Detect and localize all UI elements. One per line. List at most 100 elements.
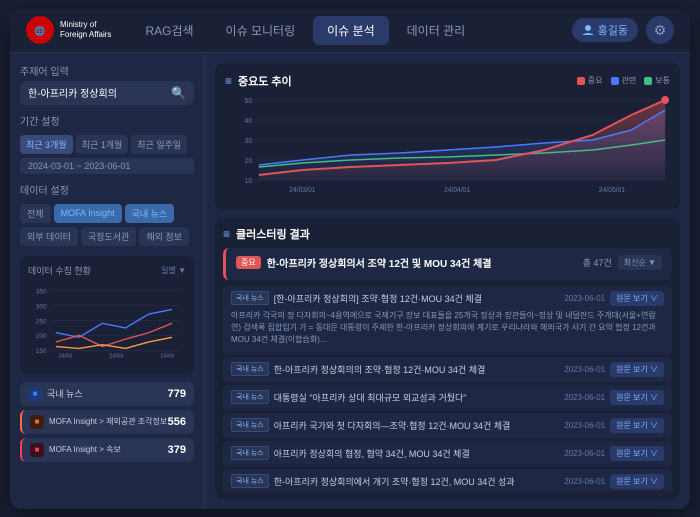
left-panel: 주제어 입력 🔍 기간 설정 최근 3개월 최근 1개월 최근 일주일 2024… [10,53,205,509]
news-title: 한-아프리카 정상회의에서 개기 조약·협정 12건, MOU 34건 성과 [274,475,559,488]
data-label: 데이터 설정 [20,182,194,197]
nav-bar: RAG검색 이슈 모니터링 이슈 분석 데이터 관리 [131,16,571,45]
svg-text:40: 40 [245,117,253,124]
list-item: 국내 뉴스 한-아프리카 정상회의에서 개기 조약·협정 12건, MOU 34… [223,469,672,491]
mofa-org-icon: ■ [30,415,44,429]
mini-chart-sub[interactable]: 일별 ▼ [161,265,186,276]
mini-chart-title: 데이터 수집 현황 [28,264,91,277]
data-overseas[interactable]: 해외 정보 [139,227,189,246]
svg-text:30: 30 [245,137,253,144]
top-result: 중요 한-아프리카 정상회의서 조약 12건 및 MOU 34건 체결 총 47… [223,248,672,280]
nav-analysis[interactable]: 이슈 분석 [313,16,389,45]
period-3month[interactable]: 최근 3개월 [20,135,73,154]
svg-text:50: 50 [245,97,253,104]
news-list: 국내 뉴스 [한-아프리카 정상회의] 조약·협정 12건·MOU 34건 체결… [223,286,672,491]
stat-mofa-news-label: MOFA Insight > 속보 [49,444,121,455]
stat-news-count: 779 [168,388,186,400]
nav-monitor[interactable]: 이슈 모니터링 [212,16,310,45]
nav-rag[interactable]: RAG검색 [131,16,207,45]
period-section: 기간 설정 최근 3개월 최근 1개월 최근 일주일 2024-03-01 ~ … [20,113,194,174]
search-input[interactable] [28,87,167,98]
svg-text:10: 10 [245,177,253,184]
mini-chart-area: 데이터 수집 현황 일별 ▼ 350 300 250 200 150 [20,256,194,374]
svg-text:150: 150 [36,348,47,355]
view-button[interactable]: 원문 보기 ∨ [610,418,664,433]
news-date: 2023-06-01 [564,449,605,458]
sort-button[interactable]: 최신순 ▼ [618,255,662,270]
period-label: 기간 설정 [20,113,194,128]
svg-text:🌐: 🌐 [34,25,45,36]
stat-mofa-org-label: MOFA Insight > 재외공관 조각정보 [49,416,167,427]
search-box: 🔍 [20,81,194,105]
nav-data[interactable]: 데이터 관리 [393,16,480,45]
legend-important: 중요 [577,75,603,86]
list-item: 국내 뉴스 아프리카 정상회의 협정, 협약 34건, MOU 34건 체결 2… [223,441,672,466]
news-title: 대통령실 "아프리카 상대 최대규모 외교성과 거뒀다" [274,391,559,404]
total-count: 총 47건 [583,256,612,269]
svg-text:24/06: 24/06 [160,353,174,359]
data-external[interactable]: 외부 데이터 [20,227,78,246]
main-chart-svg: 50 40 30 20 10 24/03/01 24/04/01 24/05/0… [225,95,670,195]
view-button[interactable]: 원문 보기 ∨ [610,291,664,306]
results-panel: ≡ 클러스터링 결과 중요 한-아프리카 정상회의서 조약 12건 및 MOU … [215,218,680,499]
legend-related-dot [611,77,619,85]
legend-normal: 보통 [644,75,670,86]
svg-text:24/04: 24/04 [109,353,123,359]
data-section: 데이터 설정 전체 MOFA Insight 국내 뉴스 외부 데이터 국정도서… [20,182,194,246]
stat-mofa-org: ■ MOFA Insight > 재외공관 조각정보 556 [20,410,194,434]
svg-text:24/03: 24/03 [58,353,72,359]
news-tag: 국내 뉴스 [231,446,269,460]
news-tag: 국내 뉴스 [231,418,269,432]
news-title: [한-아프리카 정상회의] 조약·협정 12건·MOU 34건 체결 [274,292,559,305]
list-item: 국내 뉴스 대통령실 "아프리카 상대 최대규모 외교성과 거뒀다" 2023-… [223,385,672,410]
period-1day[interactable]: 최근 일주일 [131,135,187,154]
news-title: 한-아프리카 정상회의의 조약·협정 12건·MOU 34건 체결 [274,363,559,376]
date-range: 2024-03-01 ~ 2023-06-01 [20,158,194,174]
svg-text:250: 250 [36,318,47,325]
search-label: 주제어 입력 [20,63,194,78]
news-date: 2023-06-01 [564,365,605,374]
important-badge: 중요 [236,256,261,269]
chart-title: 중요도 추이 [238,73,292,89]
news-item-header: 국내 뉴스 한-아프리카 정상회의에서 개기 조약·협정 12건, MOU 34… [231,474,664,489]
list-item: 국내 뉴스 한-아프리카 정상회의의 조약·협정 12건·MOU 34건 체결 … [223,357,672,382]
news-tag: 국내 뉴스 [231,362,269,376]
logo-text: Ministry of Foreign Affairs [60,20,111,41]
app-container: 🌐 Ministry of Foreign Affairs RAG검색 이슈 모… [10,9,690,509]
stat-news-label: 국내 뉴스 [47,387,83,400]
user-name: 홍길동 [598,22,628,38]
view-button[interactable]: 원문 보기 ∨ [610,390,664,405]
period-1month[interactable]: 최근 1개월 [76,135,129,154]
data-all[interactable]: 전체 [20,204,51,223]
svg-text:20: 20 [245,157,253,164]
search-icon[interactable]: 🔍 [171,86,186,100]
header-right: 홍길동 ⚙ [572,16,674,44]
mofa-news-icon: ■ [30,443,44,457]
view-button[interactable]: 원문 보기 ∨ [610,362,664,377]
chart-header: ≡ 중요도 추이 중요 관련 [225,73,670,89]
settings-button[interactable]: ⚙ [646,16,674,44]
data-news[interactable]: 국내 뉴스 [125,204,175,223]
news-item-header: 국내 뉴스 한-아프리카 정상회의의 조약·협정 12건·MOU 34건 체결 … [231,362,664,377]
search-section: 주제어 입력 🔍 [20,63,194,105]
legend-normal-dot [644,77,652,85]
legend-important-dot [577,77,585,85]
view-button[interactable]: 원문 보기 ∨ [610,474,664,489]
data-sub-buttons: 외부 데이터 국정도서관 해외 정보 [20,227,194,246]
top-chart: ≡ 중요도 추이 중요 관련 [215,63,680,210]
svg-text:200: 200 [36,333,47,340]
news-title: 아프리카 정상회의 협정, 협약 34건, MOU 34건 체결 [274,447,559,460]
data-mofa[interactable]: MOFA Insight [54,204,122,223]
data-library[interactable]: 국정도서관 [81,227,136,246]
news-item-header: 국내 뉴스 아프리카 국가와 첫 다자회의—조약·협정 12건·MOU 34건 … [231,418,664,433]
list-item: 국내 뉴스 [한-아프리카 정상회의] 조약·협정 12건·MOU 34건 체결… [223,286,672,354]
svg-text:24/05/01: 24/05/01 [599,186,625,193]
news-title: 아프리카 국가와 첫 다자회의—조약·협정 12건·MOU 34건 체결 [274,419,559,432]
view-button[interactable]: 원문 보기 ∨ [610,446,664,461]
svg-text:300: 300 [36,303,47,310]
logo-icon: 🌐 [26,16,54,44]
news-date: 2023-06-01 [564,294,605,303]
stat-mofa-org-count: 556 [168,416,186,428]
news-date: 2023-06-01 [564,393,605,402]
legend-related: 관련 [611,75,637,86]
